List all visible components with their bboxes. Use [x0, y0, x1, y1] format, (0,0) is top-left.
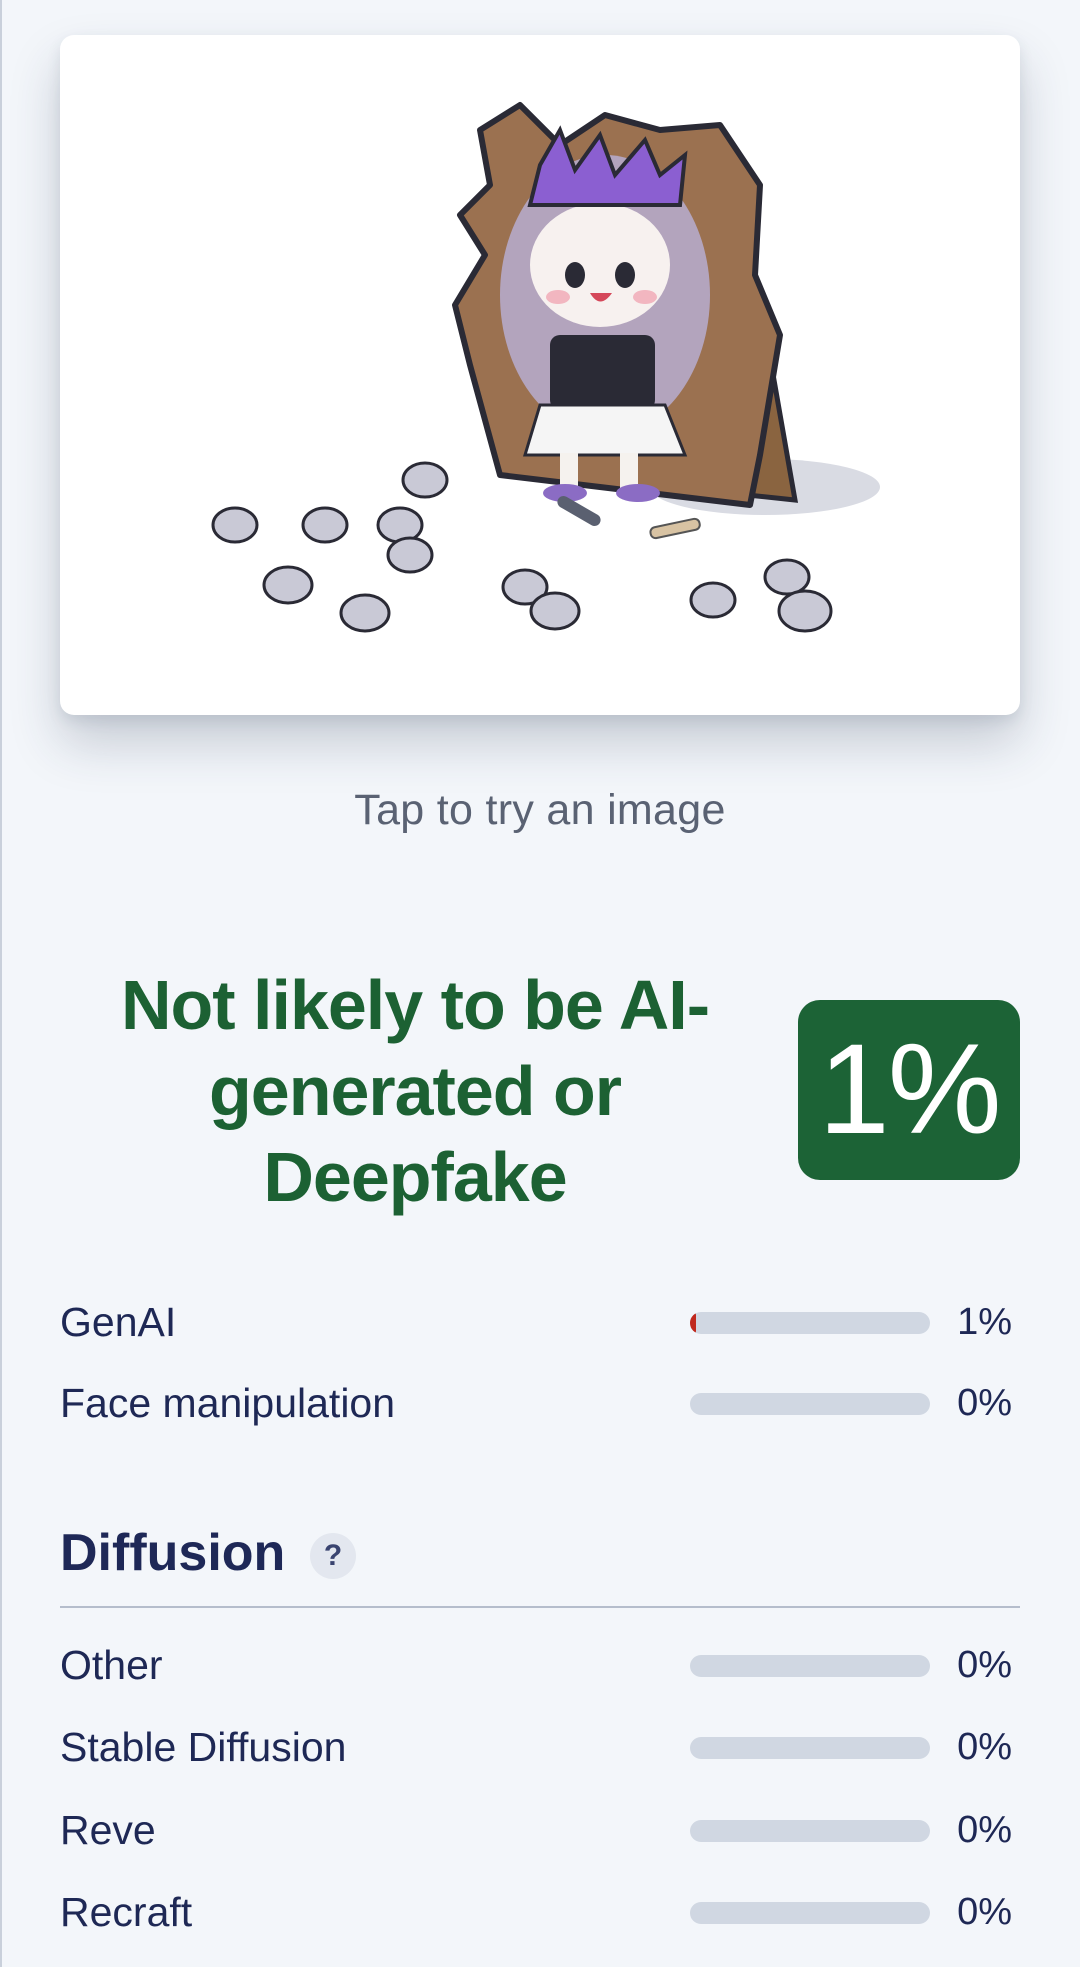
metric-label: Reve — [60, 1807, 156, 1853]
help-icon[interactable]: ? — [310, 1533, 356, 1579]
metric-progress-bar — [690, 1820, 930, 1842]
try-image-caption[interactable]: Tap to try an image — [0, 786, 1080, 835]
metric-row-genai: GenAI 1% — [60, 1297, 1020, 1347]
metric-progress-bar — [690, 1393, 930, 1415]
metric-progress-fill — [690, 1312, 696, 1334]
metric-label: GenAI — [60, 1299, 177, 1345]
metric-progress-bar — [690, 1655, 930, 1677]
section-title: Diffusion — [60, 1524, 286, 1582]
verdict-text: Not likely to be AI- generated or Deepfa… — [70, 962, 760, 1220]
metric-label: Recraft — [60, 1889, 193, 1935]
metric-progress-bar — [690, 1902, 930, 1924]
verdict-line: generated or — [209, 1052, 622, 1130]
sample-image-card[interactable] — [60, 35, 1020, 715]
verdict-line: Deepfake — [263, 1138, 567, 1216]
ai-score-badge: 1% — [798, 1000, 1020, 1180]
diffusion-section-header: Diffusion ? — [60, 1518, 1020, 1588]
verdict-line: Not likely to be AI- — [120, 966, 710, 1044]
sample-image-illustration — [211, 102, 880, 633]
metric-progress-bar — [690, 1312, 930, 1334]
left-edge-divider — [0, 0, 2, 1967]
metric-label: Stable Diffusion — [60, 1724, 347, 1770]
metric-value: 0% — [957, 1809, 1012, 1851]
metric-row-recraft: Recraft 0% — [60, 1887, 1020, 1937]
metric-value: 1% — [957, 1301, 1012, 1343]
metric-row-other: Other 0% — [60, 1640, 1020, 1690]
metric-progress-bar — [690, 1737, 930, 1759]
metric-value: 0% — [957, 1644, 1012, 1686]
metric-row-face-manipulation: Face manipulation 0% — [60, 1378, 1020, 1428]
metric-value: 0% — [957, 1726, 1012, 1768]
metric-value: 0% — [957, 1382, 1012, 1424]
metric-label: Face manipulation — [60, 1380, 396, 1426]
metric-row-reve: Reve 0% — [60, 1805, 1020, 1855]
metric-value: 0% — [957, 1891, 1012, 1933]
metric-row-stable-diffusion: Stable Diffusion 0% — [60, 1722, 1020, 1772]
section-divider — [60, 1606, 1020, 1608]
metric-label: Other — [60, 1642, 163, 1688]
ai-score-value: 1% — [818, 1018, 1002, 1161]
